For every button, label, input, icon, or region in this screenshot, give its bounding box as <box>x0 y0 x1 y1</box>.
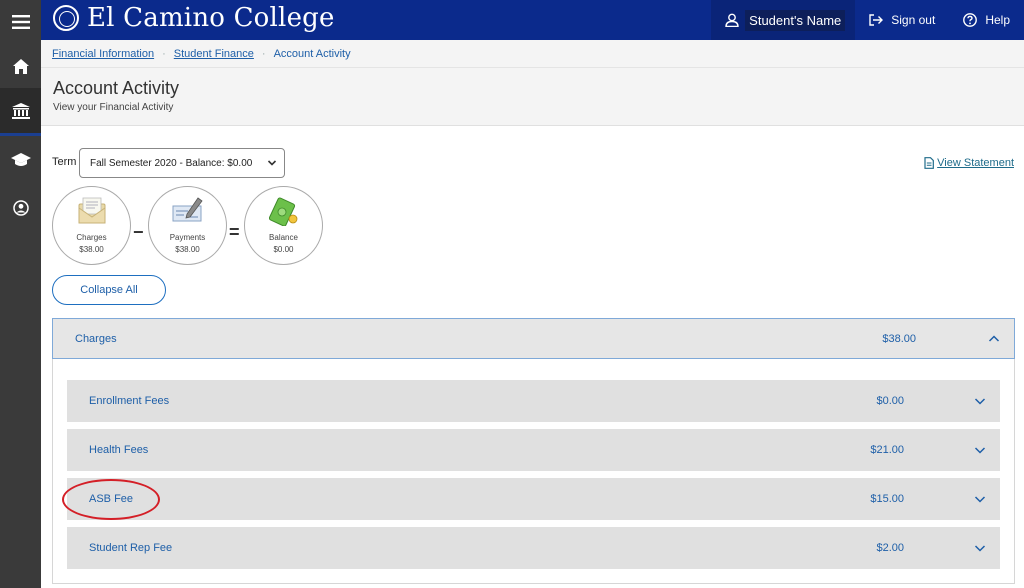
chevron-down-icon <box>974 496 986 503</box>
college-seal-icon <box>53 5 79 31</box>
chevron-down-icon <box>974 398 986 405</box>
college-logo[interactable]: El Camino College <box>53 3 335 33</box>
term-select[interactable]: Fall Semester 2020 - Balance: $0.00 <box>79 148 285 178</box>
sign-out-icon <box>869 14 884 26</box>
user-icon <box>725 13 739 27</box>
page-subtitle: View your Financial Activity <box>53 102 174 113</box>
user-name: Student's Name <box>745 9 846 31</box>
chevron-down-icon <box>974 447 986 454</box>
charge-row-amount: $21.00 <box>870 444 904 456</box>
charge-row-amount: $0.00 <box>876 395 904 407</box>
breadcrumb-current: Account Activity <box>273 47 351 60</box>
term-label: Term <box>52 156 77 168</box>
charge-row-enrollment-fees[interactable]: Enrollment Fees $0.00 <box>67 380 1000 422</box>
equals-operator: = <box>229 222 240 242</box>
charges-accordion-header[interactable]: Charges $38.00 <box>52 318 1015 359</box>
bank-icon[interactable] <box>0 88 41 136</box>
term-selected-value: Fall Semester 2020 - Balance: $0.00 <box>90 157 253 169</box>
breadcrumb-financial-information[interactable]: Financial Information <box>52 48 154 60</box>
help-icon <box>963 13 978 27</box>
charges-summary: Charges $38.00 <box>52 186 131 265</box>
breadcrumb: Financial Information · Student Finance … <box>41 40 1024 68</box>
left-nav-rail <box>0 0 41 588</box>
user-menu[interactable]: Student's Name <box>711 0 856 40</box>
charge-row-asb-fee[interactable]: ASB Fee $15.00 <box>67 478 1000 520</box>
charge-row-student-rep-fee[interactable]: Student Rep Fee $2.00 <box>67 527 1000 569</box>
page-title: Account Activity <box>53 78 180 98</box>
user-circle-icon[interactable] <box>0 186 41 230</box>
document-icon <box>924 157 935 169</box>
payments-summary: Payments $38.00 <box>148 186 227 265</box>
view-statement-label: View Statement <box>937 157 1014 169</box>
breadcrumb-student-finance[interactable]: Student Finance <box>174 48 254 60</box>
balance-money-icon <box>268 197 297 226</box>
menu-icon[interactable] <box>0 0 41 44</box>
help-label: Help <box>985 13 1010 27</box>
charges-summary-label: Charges <box>76 233 107 242</box>
payments-summary-label: Payments <box>169 233 206 242</box>
logo-text: El Camino College <box>87 3 335 33</box>
balance-summary: Balance $0.00 <box>244 186 323 265</box>
charge-row-amount: $2.00 <box>876 542 904 554</box>
breadcrumb-separator: · <box>261 47 266 60</box>
charges-amount: $38.00 <box>882 333 916 345</box>
charge-row-label: Health Fees <box>89 444 149 456</box>
collapse-all-button[interactable]: Collapse All <box>52 275 166 305</box>
charge-row-amount: $15.00 <box>870 493 904 505</box>
top-header: El Camino College Student's Name Sign ou… <box>41 0 1024 40</box>
graduation-cap-icon[interactable] <box>0 138 41 182</box>
charge-row-label: Enrollment Fees <box>89 395 170 407</box>
view-statement-link[interactable]: View Statement <box>924 157 1014 169</box>
charge-row-label: Student Rep Fee <box>89 542 173 554</box>
home-icon[interactable] <box>0 44 41 88</box>
payments-check-icon <box>172 197 203 222</box>
page-header: Account Activity View your Financial Act… <box>41 68 1024 126</box>
chevron-down-icon <box>267 160 277 166</box>
highlight-ellipse-annotation <box>62 479 160 520</box>
sign-out-label: Sign out <box>891 13 936 27</box>
balance-summary-amount: $0.00 <box>273 245 294 254</box>
minus-operator: − <box>133 222 144 242</box>
charges-envelope-icon <box>78 197 105 224</box>
breadcrumb-separator: · <box>162 47 166 60</box>
charge-row-health-fees[interactable]: Health Fees $21.00 <box>67 429 1000 471</box>
charges-summary-amount: $38.00 <box>79 245 104 254</box>
chevron-up-icon <box>988 335 1000 342</box>
chevron-down-icon <box>974 545 986 552</box>
payments-summary-amount: $38.00 <box>175 245 200 254</box>
charges-label: Charges <box>75 333 117 345</box>
balance-summary-label: Balance <box>269 233 298 242</box>
help-link[interactable]: Help <box>949 0 1024 40</box>
sign-out-link[interactable]: Sign out <box>855 0 949 40</box>
